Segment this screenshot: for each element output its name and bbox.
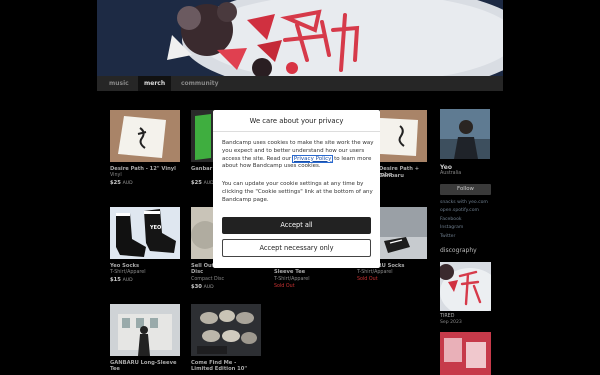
header-banner: [97, 0, 503, 76]
artist-location: Australia: [440, 171, 462, 176]
merch-thumbnail: [380, 110, 427, 162]
accept-necessary-button[interactable]: Accept necessary only: [222, 239, 371, 257]
merch-title-line2: mbo: [379, 172, 392, 178]
merch-title-line2: Sleeve Tee: [274, 269, 306, 275]
merch-item[interactable]: GANBARU Socks T-Shirt/Apparel Sold Out: [357, 207, 428, 287]
sold-out-label: Sold Out: [274, 284, 295, 289]
merch-item[interactable]: Come Find Me - Limited Edition 10": [191, 304, 263, 375]
merch-type: T-Shirt/Apparel: [357, 270, 393, 275]
privacy-policy-link[interactable]: Privacy Policy: [291, 154, 334, 163]
merch-thumbnail: [110, 110, 180, 162]
tab-merch[interactable]: merch: [138, 76, 172, 91]
spotify-link[interactable]: open.spotify.com: [440, 207, 500, 215]
artist-links: snacks with yeo.com open.spotify.com Fac…: [440, 199, 500, 241]
tab-community[interactable]: community: [181, 76, 219, 91]
merch-thumbnail: [191, 207, 213, 259]
discography-item-date: Sep 2023: [440, 320, 462, 325]
website-link[interactable]: snacks with yeo.com: [440, 199, 500, 207]
merch-price: $30 AUD: [191, 284, 214, 290]
merch-title-line2: Disc: [191, 269, 204, 275]
dialog-paragraph-1: Bandcamp uses cookies to make the site w…: [222, 140, 374, 170]
merch-title: Desire Path - 12" Vinyl: [110, 166, 176, 172]
merch-title-line2: Tee: [110, 366, 120, 372]
merch-type: T-Shirt/Apparel: [274, 277, 310, 282]
twitter-link[interactable]: Twitter: [440, 233, 500, 241]
merch-thumbnail: [191, 304, 261, 356]
merch-thumbnail: [380, 207, 427, 259]
artist-name: Yeo: [440, 164, 452, 171]
discography-item-cover[interactable]: [440, 332, 491, 375]
merch-item[interactable]: Desire Path + Ganbaru mbo: [379, 110, 428, 190]
artist-sidebar: Yeo Australia Follow snacks with yeo.com…: [440, 109, 492, 375]
merch-title-line2: Limited Edition 10": [191, 366, 248, 372]
cookie-consent-dialog: We care about your privacy Bandcamp uses…: [213, 110, 380, 268]
merch-price: $25 AUD: [191, 180, 214, 186]
follow-button[interactable]: Follow: [440, 184, 491, 195]
merch-item[interactable]: Desire Path - 12" Vinyl Vinyl $25 AUD: [110, 110, 182, 190]
merch-thumbnail: YEO: [110, 207, 180, 259]
dialog-title: We care about your privacy: [213, 110, 380, 132]
merch-thumbnail: [191, 110, 213, 162]
band-nav: music merch community: [97, 76, 503, 91]
merch-item[interactable]: GANBARU Long-Sleeve Tee: [110, 304, 182, 375]
accept-all-button[interactable]: Accept all: [222, 217, 371, 234]
merch-item[interactable]: YEO Yeo Socks T-Shirt/Apparel $15 AUD: [110, 207, 182, 287]
merch-type: T-Shirt/Apparel: [110, 270, 146, 275]
merch-type: Vinyl: [110, 173, 122, 178]
discography-item-title: TIRED: [440, 314, 455, 319]
merch-price: $25 AUD: [110, 180, 133, 186]
cake-banner-image: [97, 0, 503, 76]
tab-music[interactable]: music: [109, 76, 129, 91]
merch-title: Yeo Socks: [110, 263, 140, 269]
merch-thumbnail: [110, 304, 180, 356]
artist-photo: [440, 109, 490, 159]
discography-item-cover[interactable]: [440, 262, 491, 311]
merch-price: $15 AUD: [110, 277, 133, 283]
instagram-link[interactable]: Instagram: [440, 224, 500, 232]
merch-type: Compact Disc: [191, 277, 225, 282]
discography-heading: discography: [440, 247, 477, 254]
sold-out-label: Sold Out: [357, 277, 378, 282]
dialog-paragraph-2: You can update your cookie settings at a…: [222, 181, 373, 203]
page: music merch community Desire Path - 12" …: [0, 0, 600, 375]
facebook-link[interactable]: Facebook: [440, 216, 500, 224]
svg-text:YEO: YEO: [149, 225, 161, 231]
